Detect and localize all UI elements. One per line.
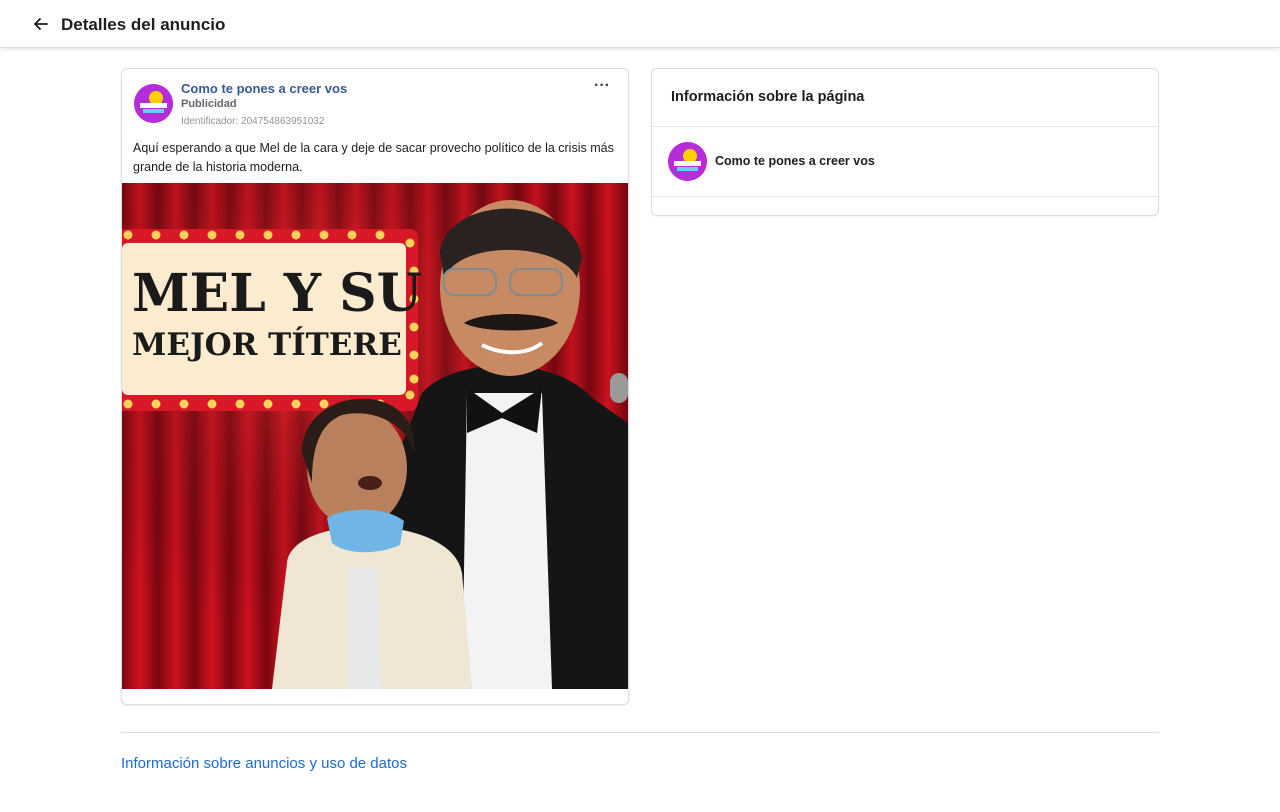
arrow-left-icon bbox=[34, 18, 48, 30]
sponsored-label: Publicidad bbox=[181, 98, 237, 110]
back-button[interactable] bbox=[30, 13, 52, 35]
image-headline-1: MEL Y SU bbox=[132, 263, 422, 324]
image-headline-2: MEJOR TÍTERE bbox=[132, 325, 402, 363]
page-logo-icon bbox=[134, 84, 173, 123]
more-options-button[interactable]: ··· bbox=[592, 77, 612, 97]
ad-card: Como te pones a creer vos Publicidad Ide… bbox=[121, 68, 629, 705]
ads-data-info-link[interactable]: Información sobre anuncios y uso de dato… bbox=[121, 755, 407, 772]
page-info-card: Información sobre la página Como te pone… bbox=[651, 68, 1159, 216]
divider bbox=[652, 196, 1158, 197]
top-bar: Detalles del anuncio bbox=[0, 0, 1280, 47]
page-info-title: Información sobre la página bbox=[671, 89, 865, 105]
page-logo-icon bbox=[668, 142, 707, 181]
footer-divider bbox=[121, 732, 1159, 733]
page-title: Detalles del anuncio bbox=[61, 15, 226, 34]
more-options-icon: ··· bbox=[594, 77, 610, 94]
page-avatar[interactable] bbox=[134, 84, 173, 123]
ad-image: MEL Y SU MEJOR TÍTERE bbox=[122, 183, 628, 689]
page-info-page-name[interactable]: Como te pones a creer vos bbox=[715, 154, 875, 168]
divider bbox=[652, 126, 1158, 127]
page-avatar[interactable] bbox=[668, 142, 707, 181]
ad-body-text: Aquí esperando a que Mel de la cara y de… bbox=[133, 141, 614, 174]
ad-identifier: Identificador: 204754863951032 bbox=[181, 116, 325, 127]
ad-page-name-link[interactable]: Como te pones a creer vos bbox=[181, 81, 347, 96]
